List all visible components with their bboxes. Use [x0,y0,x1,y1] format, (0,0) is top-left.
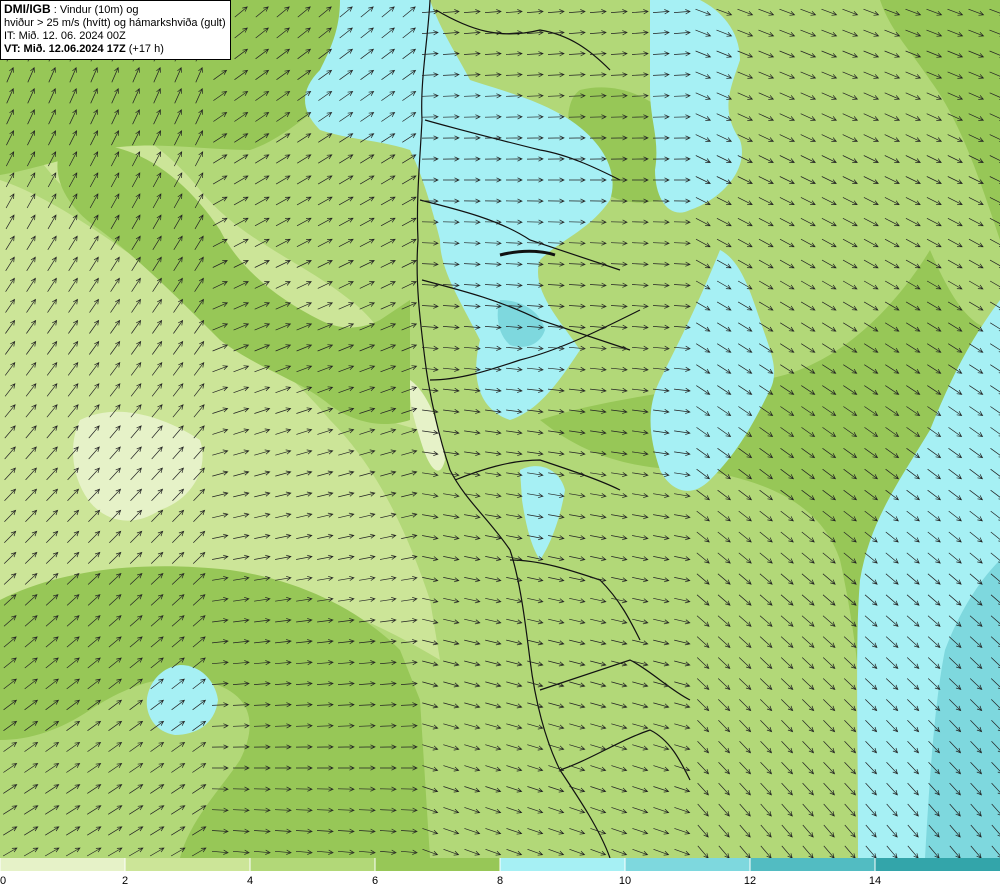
legend-tick-label: 14 [869,875,881,887]
legend-tick-label: 8 [497,875,503,887]
legend-tick-label: 10 [619,875,631,887]
legend-swatch [375,858,500,871]
legend-swatch [125,858,250,871]
info-line-4: VT: Mið. 12.06.2024 17Z (+17 h) [4,43,226,56]
legend-tick-label: 12 [744,875,756,887]
source-label: DMI/IGB [4,2,51,16]
legend-tick-label: 0 [0,875,6,887]
legend-swatch [750,858,875,871]
legend-swatch [0,858,125,871]
legend-swatch [625,858,750,871]
wind-map [0,0,1000,858]
wind-band-8-10 [650,0,742,213]
valid-time: VT: Mið. 12.06.2024 17Z [4,43,126,55]
info-line-2: hviður > 25 m/s (hvítt) og hámarkshviða … [4,17,226,29]
legend-swatch [500,858,625,871]
legend-tick-label: 4 [247,875,253,887]
color-legend: 0 2 4 6 8 10 12 14 [0,858,1000,887]
legend-tick-label: 2 [122,875,128,887]
legend-swatch [250,858,375,871]
legend-swatch [875,858,1000,871]
info-box: DMI/IGB : Vindur (10m) og hviður > 25 m/… [0,0,231,60]
variable-label: : Vindur (10m) og [50,4,139,16]
info-line-1: DMI/IGB : Vindur (10m) og [4,3,226,17]
init-time: IT: Mið. 12. 06. 2024 00Z [4,30,126,42]
lead-time: (+17 h) [125,43,164,55]
legend-tick-label: 6 [372,875,378,887]
